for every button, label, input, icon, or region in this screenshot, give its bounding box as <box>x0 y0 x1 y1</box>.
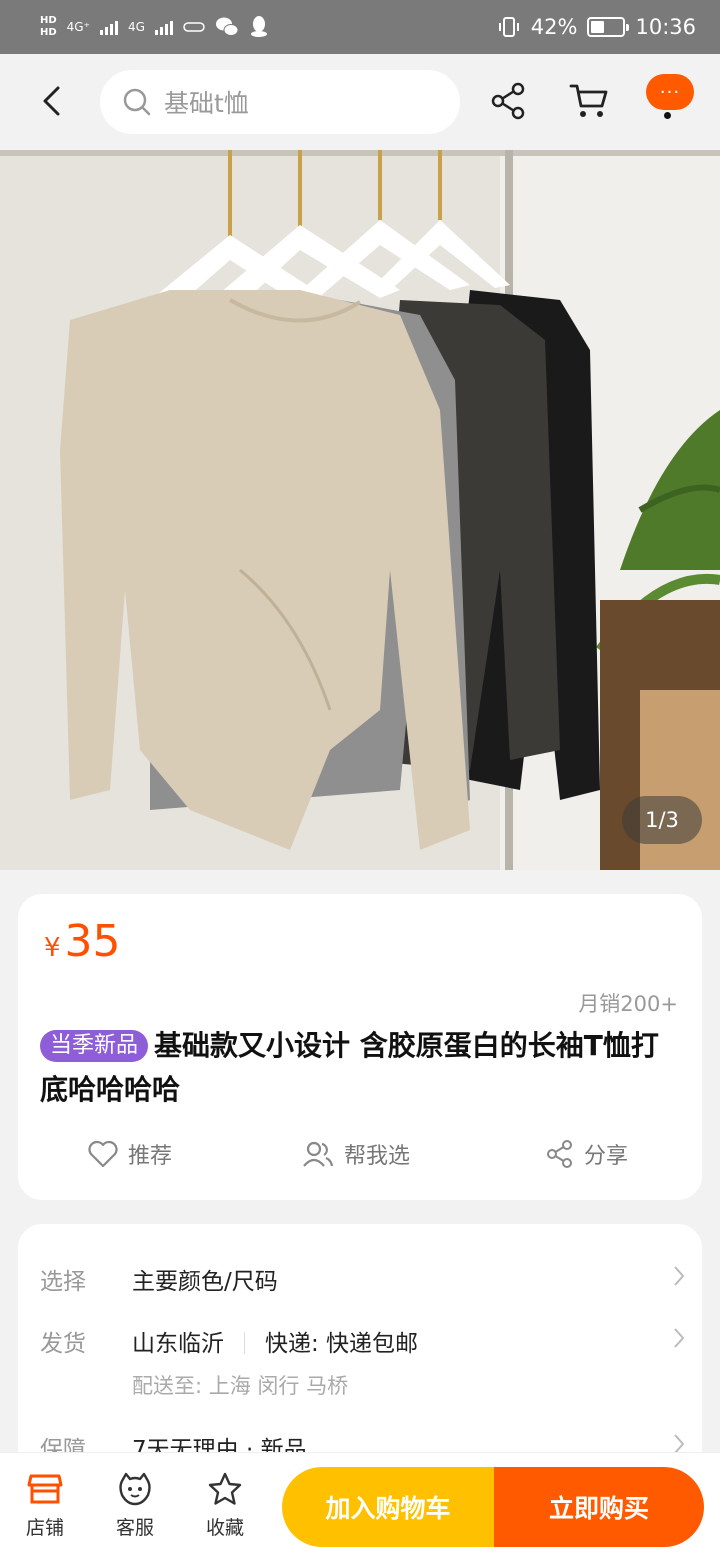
product-info-card: ¥ 35 月销200+ 当季新品 基础款又小设计 含胶原蛋白的长袖T恤打底哈哈哈哈… <box>18 894 702 1200</box>
qq-icon <box>250 16 267 37</box>
status-bar: HD HD 4G⁺ 4G 42% 10:36 <box>0 0 720 54</box>
help-choose-label: 帮我选 <box>344 1144 411 1169</box>
share-icon[interactable] <box>490 82 526 120</box>
shipping-label: 发货 <box>40 1331 86 1357</box>
people-icon <box>303 1141 334 1167</box>
buy-now-button[interactable]: 立即购买 <box>494 1467 704 1547</box>
clock: 10:36 <box>635 15 696 39</box>
cart-icon[interactable] <box>569 82 609 120</box>
help-choose-button[interactable]: 帮我选 <box>302 1138 410 1170</box>
shipping-value: 山东临沂 快递: 快递包邮 <box>132 1324 418 1358</box>
shipping-row[interactable]: 发货 山东临沂 快递: 快递包邮 <box>40 1324 685 1358</box>
battery-percent: 42% <box>530 15 578 39</box>
search-icon <box>123 88 151 116</box>
signal1-icon <box>99 19 118 35</box>
search-text: 基础t恤 <box>164 89 249 118</box>
favorite-label: 收藏 <box>205 1517 244 1539</box>
select-label: 选择 <box>40 1269 86 1295</box>
more-button[interactable]: ··· <box>646 74 694 110</box>
favorite-tab[interactable]: 收藏 <box>190 1469 260 1540</box>
share-small-icon <box>547 1140 572 1168</box>
hd-indicator: HD HD <box>40 15 57 39</box>
monthly-sales: 月销200+ <box>578 992 678 1016</box>
image-counter: 1/3 <box>622 796 702 844</box>
recommend-button[interactable]: 推荐 <box>88 1138 172 1170</box>
status-left: HD HD 4G⁺ 4G <box>40 15 269 39</box>
wechat-icon <box>215 17 239 36</box>
service-icon <box>119 1472 151 1506</box>
status-right: 42% 10:36 <box>497 15 696 39</box>
notification-icon <box>183 22 205 32</box>
battery-icon <box>587 17 630 37</box>
chevron-right-icon <box>674 1266 685 1286</box>
heart-icon <box>88 1140 118 1168</box>
price: ¥ 35 <box>44 916 121 967</box>
recommend-label: 推荐 <box>128 1144 173 1169</box>
notification-dot <box>664 112 671 119</box>
top-nav: 基础t恤 ··· <box>0 54 720 150</box>
network1-label: 4G⁺ <box>66 20 90 34</box>
customer-service-tab[interactable]: 客服 <box>100 1469 170 1540</box>
more-label: ··· <box>659 81 681 103</box>
select-option-row[interactable]: 选择 主要颜色/尺码 <box>40 1262 685 1295</box>
price-amount: 35 <box>64 916 121 967</box>
shipping-origin: 山东临沂 <box>132 1331 224 1357</box>
service-label: 客服 <box>115 1517 154 1539</box>
star-icon <box>208 1472 242 1505</box>
back-icon[interactable] <box>36 84 70 118</box>
share-label: 分享 <box>584 1144 629 1169</box>
battery-fill <box>591 21 605 33</box>
product-photo <box>0 150 720 870</box>
product-image[interactable]: 1/3 <box>0 150 720 870</box>
store-tab[interactable]: 店铺 <box>10 1469 80 1540</box>
hd1-label: HD <box>40 15 57 26</box>
chevron-right-icon <box>674 1328 685 1348</box>
network2-label: 4G <box>127 20 145 34</box>
price-symbol: ¥ <box>44 933 61 963</box>
signal2-icon <box>154 19 173 35</box>
add-to-cart-button[interactable]: 加入购物车 <box>282 1467 494 1547</box>
product-actions: 推荐 帮我选 分享 <box>18 1138 702 1178</box>
vibrate-icon <box>498 17 519 37</box>
bottom-action-bar: 店铺 客服 收藏 加入购物车 立即购买 <box>0 1452 720 1560</box>
delivery-address: 配送至: 上海 闵行 马桥 <box>132 1374 349 1398</box>
share-button[interactable]: 分享 <box>546 1138 628 1170</box>
shipping-method: 快递: 快递包邮 <box>265 1331 419 1357</box>
product-title: 当季新品 基础款又小设计 含胶原蛋白的长袖T恤打底哈哈哈哈 <box>40 1024 684 1112</box>
shipping-divider <box>244 1332 245 1354</box>
store-label: 店铺 <box>25 1517 64 1539</box>
select-value: 主要颜色/尺码 <box>132 1269 278 1295</box>
store-icon <box>27 1474 63 1504</box>
hd2-label: HD <box>40 27 57 38</box>
new-season-badge: 当季新品 <box>40 1030 149 1062</box>
search-input[interactable]: 基础t恤 <box>100 70 460 134</box>
